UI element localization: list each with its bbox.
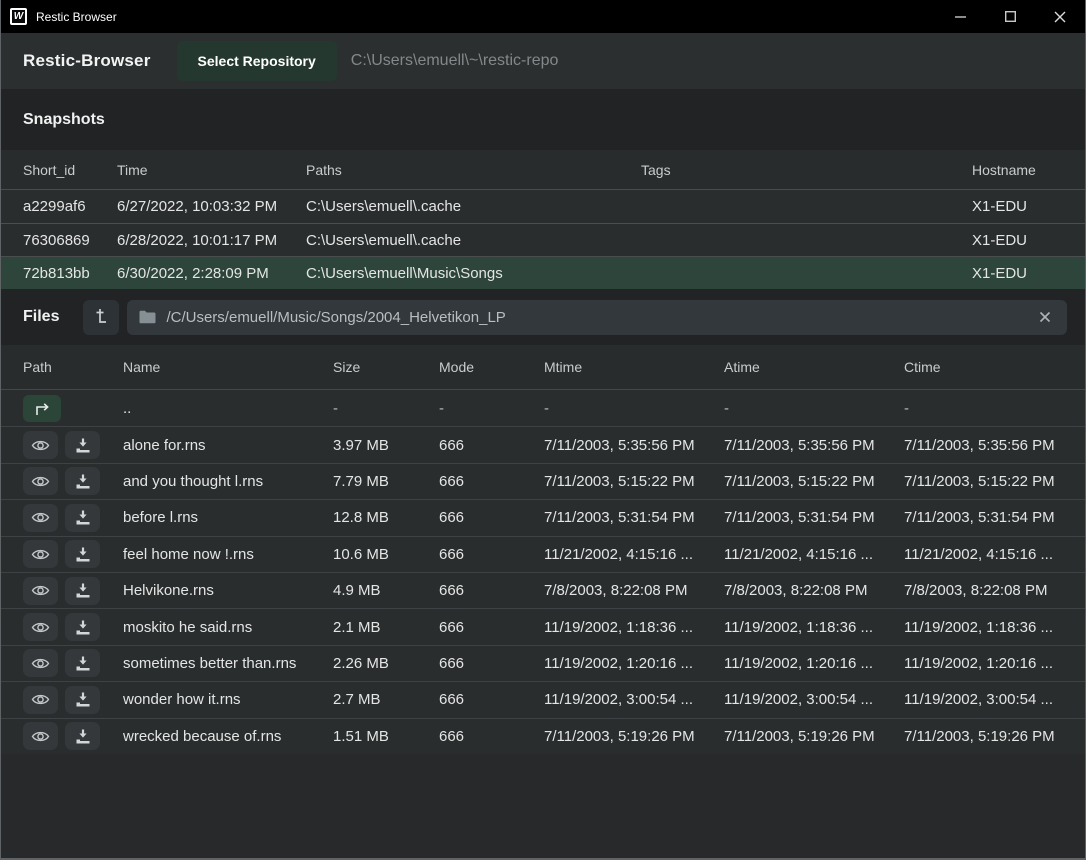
file-row: wonder how it.rns 2.7 MB 666 11/19/2002,… bbox=[1, 681, 1085, 717]
minimize-icon bbox=[955, 16, 966, 18]
preview-file-button[interactable] bbox=[23, 686, 58, 714]
path-root-glyph-icon bbox=[92, 306, 110, 329]
download-file-button[interactable] bbox=[65, 722, 100, 750]
snapshots-title: Snapshots bbox=[23, 111, 105, 129]
eye-icon bbox=[31, 548, 50, 561]
eye-icon bbox=[31, 657, 50, 670]
app-window: W Restic Browser Restic-Browser bbox=[0, 0, 1086, 860]
window-title: Restic Browser bbox=[36, 10, 117, 24]
preview-file-button[interactable] bbox=[23, 649, 58, 677]
preview-file-button[interactable] bbox=[23, 577, 58, 605]
file-row: sometimes better than.rns 2.26 MB 666 11… bbox=[1, 645, 1085, 681]
eye-icon bbox=[31, 584, 50, 597]
current-path-value: /C/Users/emuell/Music/Songs/2004_Helveti… bbox=[166, 309, 1025, 326]
minimize-button[interactable] bbox=[935, 0, 985, 33]
column-header-paths: Paths bbox=[306, 162, 641, 178]
column-header-name: Name bbox=[123, 359, 333, 375]
download-file-button[interactable] bbox=[65, 577, 100, 605]
download-file-button[interactable] bbox=[65, 467, 100, 495]
window-controls bbox=[935, 0, 1085, 33]
column-header-tags: Tags bbox=[641, 162, 972, 178]
files-table-body: .. - - - - - alone for.rns 3.97 MB 666 7… bbox=[1, 390, 1085, 754]
preview-file-button[interactable] bbox=[23, 722, 58, 750]
download-icon bbox=[75, 729, 91, 744]
preview-file-button[interactable] bbox=[23, 467, 58, 495]
download-icon bbox=[75, 474, 91, 489]
eye-icon bbox=[31, 621, 50, 634]
snapshot-row[interactable]: 76306869 6/28/2022, 10:01:17 PM C:\Users… bbox=[1, 223, 1085, 256]
titlebar: W Restic Browser bbox=[1, 0, 1085, 33]
files-title: Files bbox=[23, 308, 59, 326]
file-row: moskito he said.rns 2.1 MB 666 11/19/200… bbox=[1, 608, 1085, 644]
snapshot-row[interactable]: 72b813bb 6/30/2022, 2:28:09 PM C:\Users\… bbox=[1, 256, 1085, 289]
file-row: Helvikone.rns 4.9 MB 666 7/8/2003, 8:22:… bbox=[1, 572, 1085, 608]
page-title: Restic-Browser bbox=[23, 51, 151, 71]
file-row: feel home now !.rns 10.6 MB 666 11/21/20… bbox=[1, 536, 1085, 572]
preview-file-button[interactable] bbox=[23, 431, 58, 459]
preview-file-button[interactable] bbox=[23, 504, 58, 532]
up-one-level-arrow-icon bbox=[32, 401, 52, 416]
repository-path-text: C:\Users\emuell\~\restic-repo bbox=[351, 52, 559, 70]
download-icon bbox=[75, 583, 91, 598]
download-file-button[interactable] bbox=[65, 504, 100, 532]
maximize-icon bbox=[1005, 11, 1016, 22]
eye-icon bbox=[31, 693, 50, 706]
files-table-header: Path Name Size Mode Mtime Atime Ctime bbox=[1, 345, 1085, 390]
header-toolbar: Restic-Browser Select Repository C:\User… bbox=[1, 33, 1085, 90]
snapshot-row[interactable]: a2299af6 6/27/2022, 10:03:32 PM C:\Users… bbox=[1, 190, 1085, 223]
file-row: and you thought l.rns 7.79 MB 666 7/11/2… bbox=[1, 463, 1085, 499]
select-repository-button[interactable]: Select Repository bbox=[177, 41, 337, 81]
snapshots-section-header: Snapshots bbox=[1, 90, 1085, 150]
download-icon bbox=[75, 692, 91, 707]
folder-icon bbox=[139, 310, 156, 324]
column-header-mode: Mode bbox=[439, 359, 544, 375]
file-row: before l.rns 12.8 MB 666 7/11/2003, 5:31… bbox=[1, 499, 1085, 535]
preview-file-button[interactable] bbox=[23, 540, 58, 568]
download-file-button[interactable] bbox=[65, 540, 100, 568]
clear-path-button[interactable] bbox=[1035, 307, 1055, 327]
clear-x-icon bbox=[1039, 311, 1051, 323]
maximize-button[interactable] bbox=[985, 0, 1035, 33]
download-icon bbox=[75, 438, 91, 453]
column-header-time: Time bbox=[117, 162, 306, 178]
eye-icon bbox=[31, 511, 50, 524]
go-up-directory-button[interactable] bbox=[23, 395, 61, 422]
column-header-mtime: Mtime bbox=[544, 359, 724, 375]
download-file-button[interactable] bbox=[65, 613, 100, 641]
snapshots-table-body: a2299af6 6/27/2022, 10:03:32 PM C:\Users… bbox=[1, 190, 1085, 289]
download-icon bbox=[75, 510, 91, 525]
column-header-size: Size bbox=[333, 359, 439, 375]
download-file-button[interactable] bbox=[65, 649, 100, 677]
path-root-button[interactable] bbox=[83, 300, 119, 335]
download-icon bbox=[75, 656, 91, 671]
download-file-button[interactable] bbox=[65, 686, 100, 714]
snapshots-table-header: Short_id Time Paths Tags Hostname bbox=[1, 150, 1085, 190]
column-header-short-id: Short_id bbox=[23, 162, 117, 178]
eye-icon bbox=[31, 730, 50, 743]
download-icon bbox=[75, 547, 91, 562]
eye-icon bbox=[31, 475, 50, 488]
download-file-button[interactable] bbox=[65, 431, 100, 459]
close-icon bbox=[1054, 11, 1066, 23]
eye-icon bbox=[31, 439, 50, 452]
current-path-input[interactable]: /C/Users/emuell/Music/Songs/2004_Helveti… bbox=[127, 300, 1067, 335]
app-logo-icon: W bbox=[10, 8, 27, 25]
file-row: .. - - - - - bbox=[1, 390, 1085, 426]
download-icon bbox=[75, 620, 91, 635]
close-button[interactable] bbox=[1035, 0, 1085, 33]
files-section-header: Files /C/Users/emuell/Music/Songs/2004_H… bbox=[1, 289, 1085, 345]
column-header-hostname: Hostname bbox=[972, 162, 1067, 178]
preview-file-button[interactable] bbox=[23, 613, 58, 641]
column-header-ctime: Ctime bbox=[904, 359, 1067, 375]
column-header-path: Path bbox=[23, 359, 123, 375]
file-row: alone for.rns 3.97 MB 666 7/11/2003, 5:3… bbox=[1, 426, 1085, 462]
titlebar-left: W Restic Browser bbox=[1, 8, 117, 25]
column-header-atime: Atime bbox=[724, 359, 904, 375]
file-row: wrecked because of.rns 1.51 MB 666 7/11/… bbox=[1, 718, 1085, 754]
